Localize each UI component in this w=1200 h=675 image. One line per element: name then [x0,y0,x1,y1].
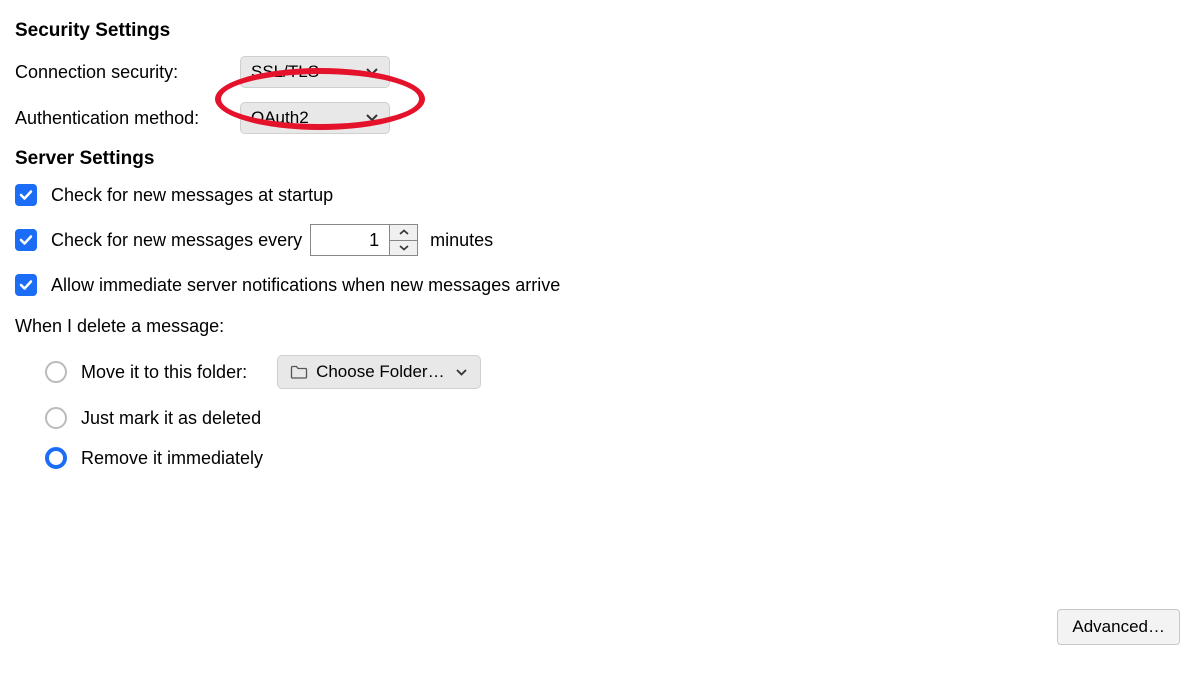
mark-deleted-radio[interactable] [45,407,67,429]
check-interval-input[interactable] [310,224,390,256]
connection-security-value: SSL/TLS [251,62,319,82]
authentication-method-value: OAuth2 [251,108,309,128]
chevron-down-icon [365,113,379,123]
allow-notifications-checkbox[interactable] [15,274,37,296]
check-every-checkbox[interactable] [15,229,37,251]
check-every-label-prefix: Check for new messages every [51,230,302,251]
remove-immediately-radio[interactable] [45,447,67,469]
interval-up-button[interactable] [390,225,417,241]
folder-icon [290,365,308,379]
interval-spinner [390,224,418,256]
allow-notifications-label: Allow immediate server notifications whe… [51,275,560,296]
authentication-method-select[interactable]: OAuth2 [240,102,390,134]
check-startup-checkbox[interactable] [15,184,37,206]
remove-immediately-label: Remove it immediately [81,448,263,469]
interval-down-button[interactable] [390,241,417,256]
chevron-down-icon [365,67,379,77]
choose-folder-value: Choose Folder… [316,362,445,382]
security-settings-heading: Security Settings [15,20,1185,42]
authentication-method-label: Authentication method: [15,108,240,129]
chevron-down-icon [455,368,468,377]
check-startup-label: Check for new messages at startup [51,185,333,206]
move-to-folder-radio[interactable] [45,361,67,383]
choose-folder-select[interactable]: Choose Folder… [277,355,481,389]
check-every-label-suffix: minutes [430,230,493,251]
server-settings-heading: Server Settings [15,148,1185,170]
delete-message-heading: When I delete a message: [15,316,1185,337]
connection-security-select[interactable]: SSL/TLS [240,56,390,88]
mark-deleted-label: Just mark it as deleted [81,408,261,429]
connection-security-label: Connection security: [15,62,240,83]
move-to-folder-label: Move it to this folder: [81,362,247,383]
advanced-button[interactable]: Advanced… [1057,609,1180,645]
